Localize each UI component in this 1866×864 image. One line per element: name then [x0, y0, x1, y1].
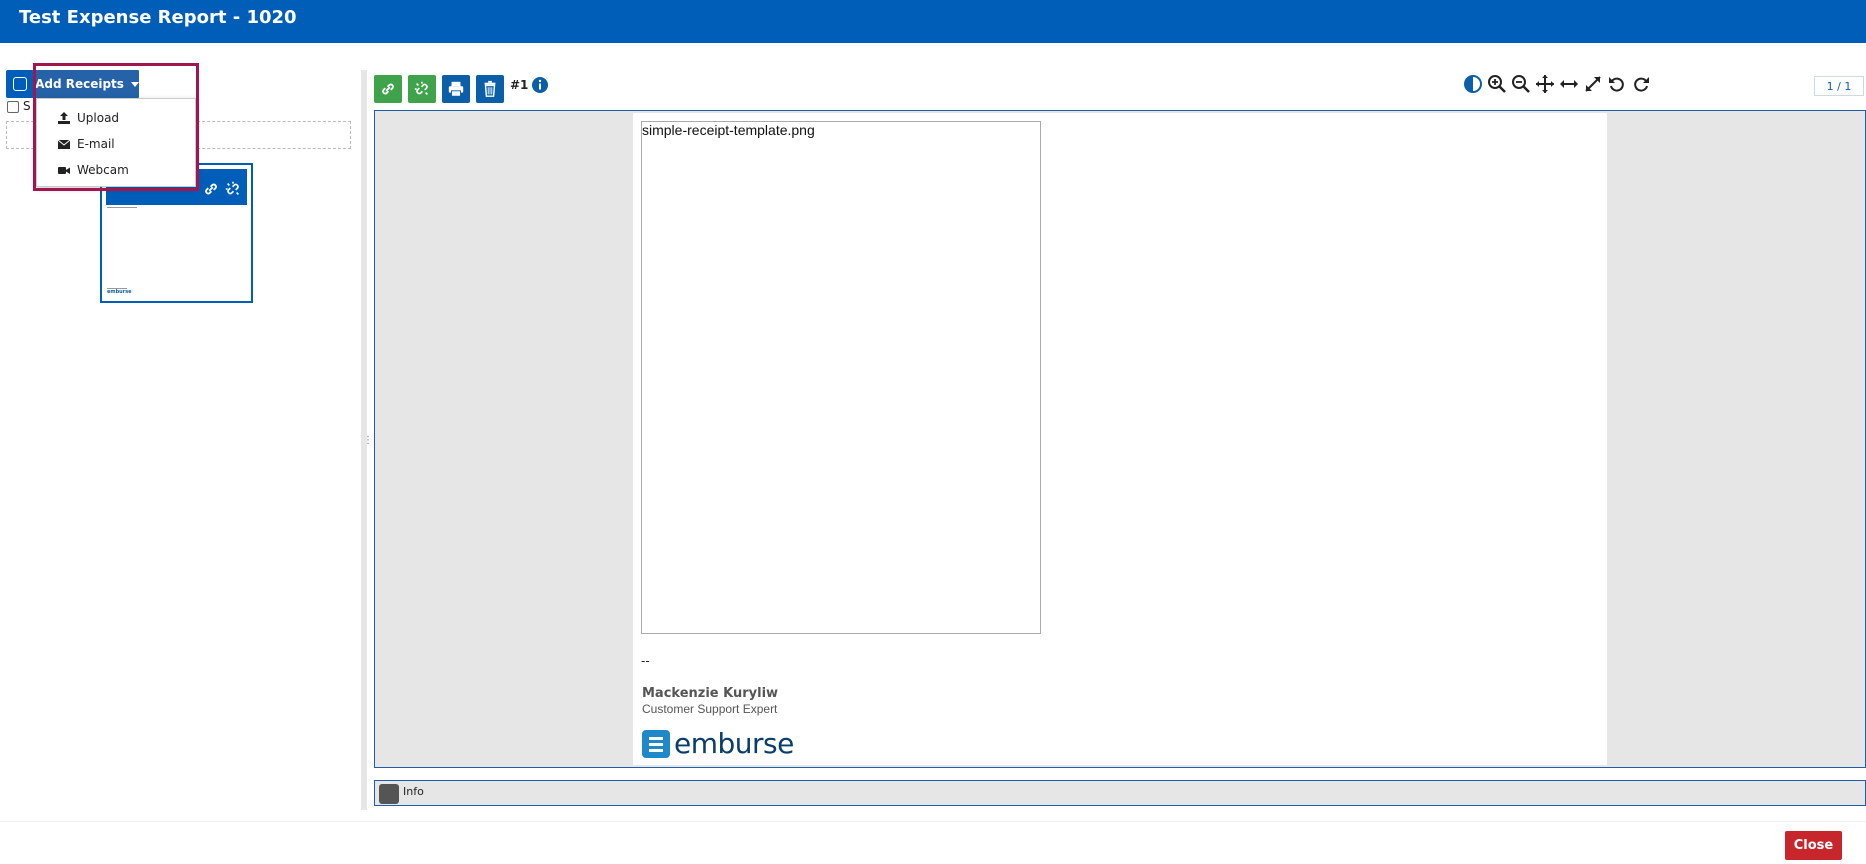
splitter-grip-icon: ⋮ [363, 435, 373, 446]
unlink-icon [414, 81, 428, 95]
rotate-left-icon[interactable] [1607, 74, 1627, 94]
zoom-out-icon[interactable] [1511, 74, 1531, 94]
info-panel-icon [379, 784, 399, 804]
select-label: S [23, 99, 31, 113]
menu-item-email[interactable]: E-mail [57, 135, 115, 153]
link-icon [382, 83, 394, 95]
envelope-icon [57, 139, 71, 149]
attachment-frame: simple-receipt-template.png [641, 121, 1041, 634]
info-bar[interactable]: Info [374, 780, 1866, 806]
video-camera-icon [58, 167, 70, 174]
detach-button[interactable] [408, 75, 436, 103]
select-checkbox[interactable] [7, 101, 19, 113]
zoom-in-icon[interactable] [1487, 74, 1507, 94]
emburse-logo-text: emburse [674, 727, 794, 760]
trash-icon [484, 80, 496, 97]
page-indicator: 1 / 1 [1814, 76, 1864, 96]
document-page: simple-receipt-template.png -- Mackenzie… [633, 113, 1607, 765]
delete-button[interactable] [476, 75, 504, 103]
thumbnail-text-line [107, 207, 137, 208]
menu-item-upload[interactable]: Upload [57, 109, 119, 127]
panel-splitter[interactable]: ⋮ [361, 70, 373, 810]
contrast-icon[interactable] [1463, 74, 1483, 94]
rotate-right-icon[interactable] [1631, 74, 1651, 94]
print-icon [448, 81, 464, 97]
signature-name: Mackenzie Kuryliw [642, 686, 779, 701]
fit-width-icon[interactable] [1559, 74, 1579, 94]
viewer-tools [1463, 74, 1651, 96]
document-viewer[interactable]: simple-receipt-template.png -- Mackenzie… [374, 110, 1866, 768]
close-button[interactable]: Close [1785, 831, 1842, 860]
caret-down-icon [130, 81, 139, 87]
document-number: #1 [510, 78, 529, 92]
select-all-button[interactable] [6, 70, 34, 98]
add-receipts-label: Add Receipts [35, 77, 124, 91]
info-label: Info [403, 785, 424, 798]
window-title: Test Expense Report - 1020 [19, 7, 297, 28]
print-button[interactable] [442, 75, 470, 103]
menu-item-webcam[interactable]: Webcam [57, 161, 129, 179]
emburse-logo-mark [642, 729, 670, 758]
menu-item-label: Webcam [77, 163, 129, 177]
info-icon[interactable] [531, 76, 549, 94]
checkbox-icon [13, 77, 27, 91]
link-icon[interactable] [202, 180, 220, 198]
menu-item-label: E-mail [77, 137, 115, 151]
thumbnail-logo: emburse [107, 289, 132, 295]
signature-title: Customer Support Expert [642, 702, 778, 716]
footer-divider [0, 821, 1866, 822]
emburse-logo: emburse [642, 727, 794, 760]
move-icon[interactable] [1535, 74, 1555, 94]
unlink-icon[interactable] [224, 180, 242, 198]
add-receipts-menu: Upload E-mail Webcam [36, 98, 196, 187]
fullscreen-icon[interactable] [1583, 74, 1603, 94]
add-receipts-button[interactable]: Add Receipts [35, 70, 139, 98]
attach-button[interactable] [374, 75, 402, 103]
title-bar: Test Expense Report - 1020 [0, 0, 1866, 43]
attachment-name: simple-receipt-template.png [642, 122, 815, 138]
upload-icon [58, 112, 70, 124]
menu-item-label: Upload [77, 111, 120, 125]
signature-separator: -- [641, 653, 650, 668]
